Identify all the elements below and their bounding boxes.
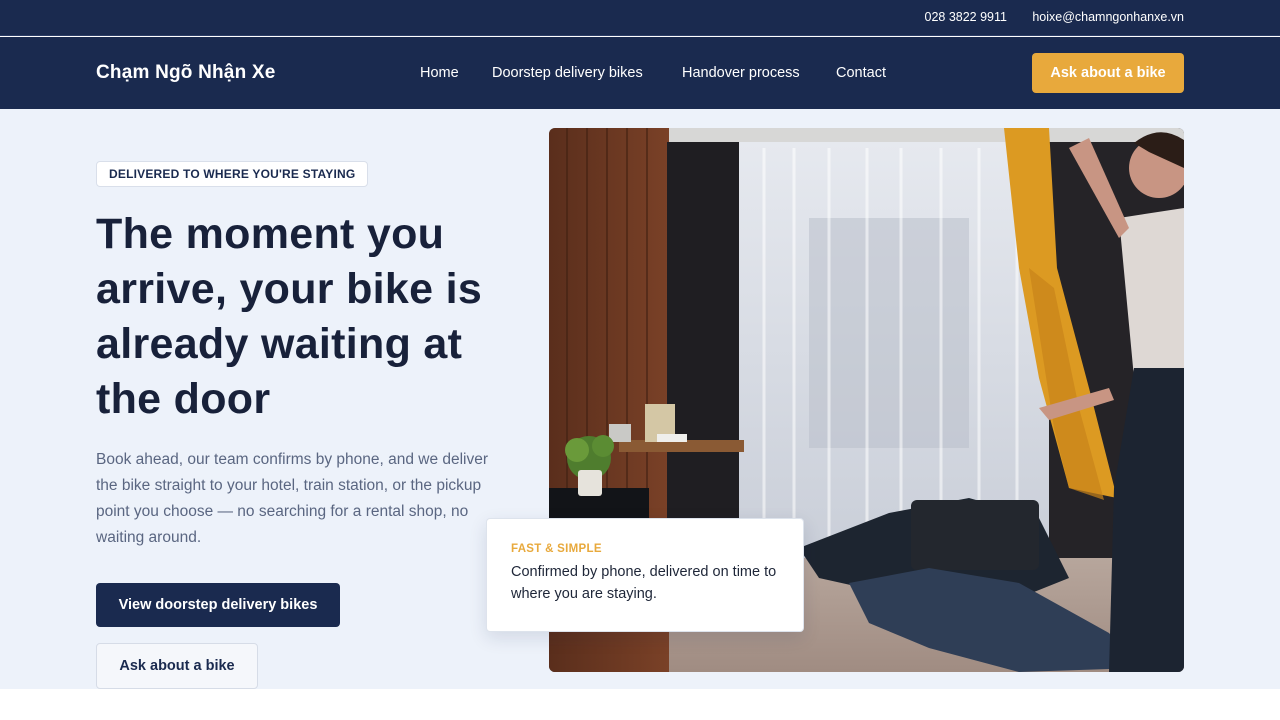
phone-number[interactable]: 028 3822 9911: [925, 10, 1008, 24]
card-text: Confirmed by phone, delivered on time to…: [511, 564, 777, 602]
top-contact-bar: 028 3822 9911 hoixe@chamngonhanxe.vn: [0, 0, 1280, 36]
brand-logo[interactable]: Chạm Ngõ Nhận Xe: [96, 62, 276, 84]
view-delivery-bikes-button[interactable]: View doorstep delivery bikes: [96, 583, 340, 627]
nav-item-doorstep-delivery-bikes[interactable]: Doorstep delivery bikes: [492, 65, 643, 81]
ask-about-bike-button[interactable]: Ask about a bike: [96, 643, 258, 689]
hero-section: DELIVERED TO WHERE YOU'RE STAYING The mo…: [0, 109, 1280, 689]
delivery-badge: DELIVERED TO WHERE YOU'RE STAYING: [96, 161, 369, 187]
hero-description: Book ahead, our team confirms by phone, …: [96, 451, 489, 546]
fast-simple-card: FAST & SIMPLE Confirmed by phone, delive…: [486, 518, 804, 632]
ask-about-bike-nav-button[interactable]: Ask about a bike: [1032, 53, 1184, 93]
card-kicker: FAST & SIMPLE: [511, 543, 602, 555]
page-bottom-strip: [0, 689, 1280, 720]
nav-item-home[interactable]: Home: [420, 65, 459, 81]
nav-item-handover-process[interactable]: Handover process: [682, 65, 800, 81]
email-address[interactable]: hoixe@chamngonhanxe.vn: [1032, 10, 1184, 24]
main-navigation: Chạm Ngõ Nhận Xe Home Doorstep delivery …: [0, 37, 1280, 109]
hero-headline: The moment you arrive, your bike is alre…: [96, 210, 483, 423]
nav-item-contact[interactable]: Contact: [836, 65, 886, 81]
